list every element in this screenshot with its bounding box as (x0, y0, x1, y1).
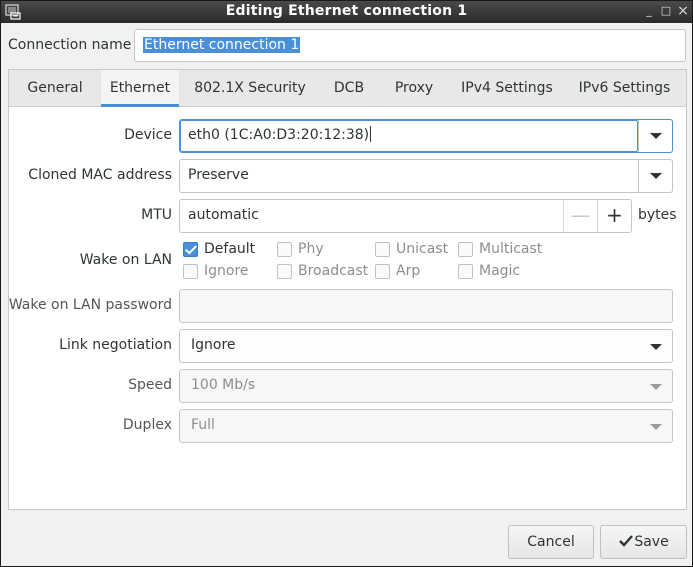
wol-broadcast-checkbox[interactable]: Broadcast (277, 262, 368, 280)
speed-label: Speed (128, 377, 172, 393)
tab-general[interactable]: General (9, 70, 101, 107)
cancel-button[interactable]: Cancel (508, 525, 594, 559)
cloned-mac-dropdown-button[interactable] (638, 160, 672, 192)
cloned-mac-combo[interactable]: Preserve (179, 159, 673, 193)
mtu-decrement-button[interactable]: — (563, 200, 597, 232)
tab-bar: General Ethernet 802.1X Security DCB Pro… (9, 70, 686, 107)
wol-ignore-label: Ignore (204, 263, 249, 279)
checkbox-icon (375, 264, 390, 279)
wol-password-label: Wake on LAN password (8, 297, 172, 313)
wol-multicast-label: Multicast (479, 241, 543, 257)
device-label: Device (124, 127, 172, 143)
chevron-down-icon (650, 133, 662, 139)
device-value: eth0 (1C:A0:D3:20:12:38) (188, 127, 370, 143)
link-negotiation-label: Link negotiation (59, 337, 172, 353)
wol-phy-label: Phy (298, 241, 324, 257)
wol-phy-checkbox[interactable]: Phy (277, 240, 324, 258)
checkbox-icon (458, 242, 473, 257)
wol-default-label: Default (204, 241, 256, 257)
tab-ipv4-settings[interactable]: IPv4 Settings (451, 70, 563, 107)
wol-multicast-checkbox[interactable]: Multicast (458, 240, 542, 258)
save-button-label: Save (634, 534, 669, 550)
title-bar[interactable]: Editing Ethernet connection 1 _ □ × (1, 1, 692, 23)
tab-ipv6-settings[interactable]: IPv6 Settings (563, 70, 686, 107)
speed-dropdown[interactable]: 100 Mb/s (179, 369, 673, 403)
text-cursor (370, 126, 372, 142)
wol-password-input[interactable] (179, 289, 673, 323)
link-negotiation-dropdown[interactable]: Ignore (179, 329, 673, 363)
checkmark-icon (619, 535, 634, 547)
cloned-mac-label: Cloned MAC address (28, 167, 172, 183)
duplex-dropdown[interactable]: Full (179, 409, 673, 443)
window-title: Editing Ethernet connection 1 (225, 3, 468, 19)
chevron-down-icon (650, 384, 662, 390)
wol-ignore-checkbox[interactable]: Ignore (183, 262, 249, 280)
mtu-spin[interactable]: automatic — + (179, 199, 632, 233)
chevron-down-icon (650, 424, 662, 430)
checkbox-icon (458, 264, 473, 279)
wol-arp-checkbox[interactable]: Arp (375, 262, 420, 280)
mtu-unit: bytes (638, 207, 677, 223)
checkbox-icon (277, 264, 292, 279)
wol-default-checkbox[interactable]: Default (183, 240, 255, 258)
checkbox-checked-icon (183, 242, 198, 257)
mtu-label: MTU (141, 207, 172, 223)
tab-proxy[interactable]: Proxy (377, 70, 451, 107)
wake-on-lan-label: Wake on LAN (79, 252, 172, 268)
wol-magic-label: Magic (479, 263, 521, 279)
tab-ethernet[interactable]: Ethernet (101, 70, 179, 107)
minimize-icon[interactable]: _ (642, 4, 656, 18)
device-entry[interactable]: eth0 (1C:A0:D3:20:12:38) (188, 120, 372, 151)
duplex-value: Full (191, 417, 215, 433)
tab-802-1x-security[interactable]: 802.1X Security (179, 70, 321, 107)
wol-unicast-checkbox[interactable]: Unicast (375, 240, 448, 258)
mtu-value[interactable]: automatic (188, 200, 259, 231)
mtu-increment-button[interactable]: + (597, 200, 631, 232)
speed-value: 100 Mb/s (191, 377, 256, 393)
tab-dcb[interactable]: DCB (321, 70, 377, 107)
wol-unicast-label: Unicast (396, 241, 449, 257)
device-dropdown-button[interactable] (638, 120, 672, 152)
chevron-down-icon (650, 344, 662, 350)
checkbox-icon (277, 242, 292, 257)
wol-broadcast-label: Broadcast (298, 263, 369, 279)
checkbox-icon (375, 242, 390, 257)
connection-name-input[interactable]: Ethernet connection 1 (134, 29, 686, 62)
connection-name-label: Connection name (8, 37, 132, 53)
close-icon[interactable]: × (676, 4, 690, 18)
duplex-label: Duplex (122, 417, 172, 433)
device-combo[interactable]: eth0 (1C:A0:D3:20:12:38) (179, 119, 673, 153)
cloned-mac-value[interactable]: Preserve (188, 160, 249, 191)
wol-arp-label: Arp (396, 263, 421, 279)
save-button[interactable]: Save (600, 525, 687, 559)
connection-name-value: Ethernet connection 1 (143, 37, 301, 53)
dialog-window: Editing Ethernet connection 1 _ □ × Conn… (0, 0, 693, 567)
link-negotiation-value: Ignore (191, 337, 236, 353)
wol-magic-checkbox[interactable]: Magic (458, 262, 520, 280)
maximize-icon[interactable]: □ (659, 4, 673, 18)
chevron-down-icon (650, 173, 662, 179)
checkbox-icon (183, 264, 198, 279)
